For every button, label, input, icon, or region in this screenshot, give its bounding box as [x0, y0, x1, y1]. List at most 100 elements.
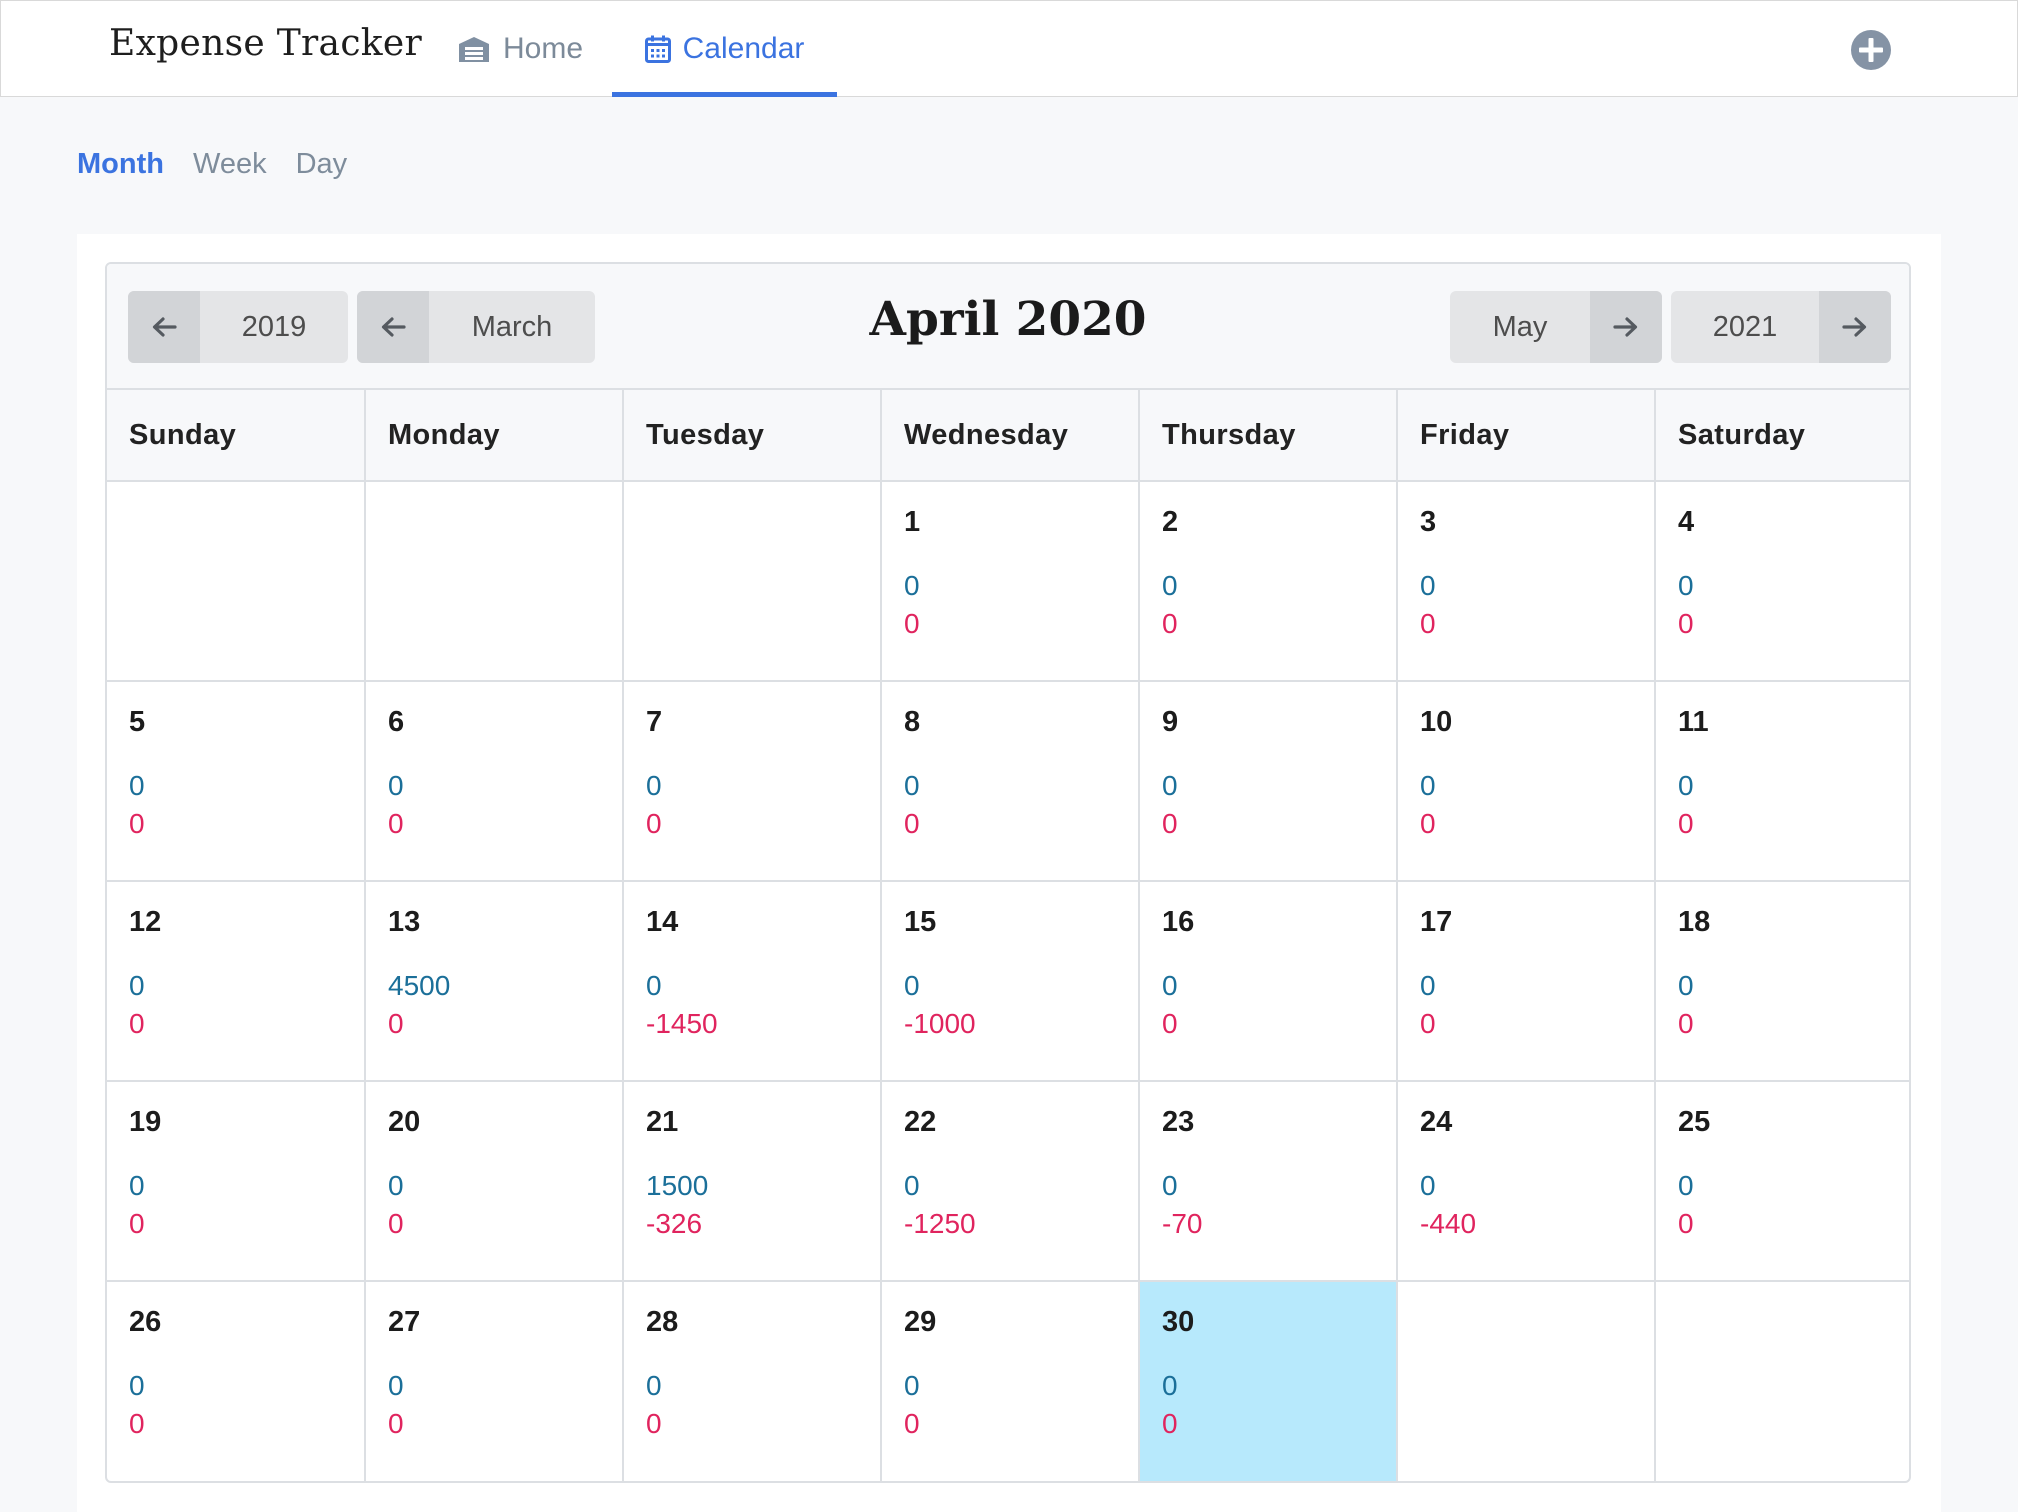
day-cell[interactable]: 28 0 0 — [624, 1282, 882, 1481]
day-cell[interactable]: 22 0 -1250 — [882, 1082, 1140, 1282]
day-number: 1 — [904, 506, 921, 538]
day-expense: 0 — [904, 1408, 920, 1439]
day-expense: 0 — [1162, 1008, 1178, 1039]
weekday-header: Wednesday — [882, 390, 1140, 480]
day-cell[interactable]: 7 0 0 — [624, 682, 882, 882]
day-cell[interactable]: 23 0 -70 — [1140, 1082, 1398, 1282]
day-cell[interactable]: 17 0 0 — [1398, 882, 1656, 1082]
day-cell[interactable]: 1 0 0 — [882, 482, 1140, 682]
day-cell[interactable]: 14 0 -1450 — [624, 882, 882, 1082]
day-income: 0 — [1162, 1170, 1178, 1201]
day-income: 0 — [1678, 770, 1694, 801]
day-income: 0 — [129, 770, 145, 801]
day-cell[interactable]: 11 0 0 — [1656, 682, 1909, 882]
day-cell[interactable]: 9 0 0 — [1140, 682, 1398, 882]
day-cell[interactable]: 26 0 0 — [107, 1282, 366, 1481]
day-cell[interactable]: 2 0 0 — [1140, 482, 1398, 682]
day-number: 26 — [129, 1306, 162, 1338]
weekday-header: Saturday — [1678, 418, 1806, 451]
day-number: 10 — [1420, 706, 1453, 738]
empty-day-cell — [624, 482, 882, 682]
day-cell[interactable]: 19 0 0 — [107, 1082, 366, 1282]
day-number: 23 — [1162, 1106, 1195, 1138]
day-income: 0 — [1162, 570, 1178, 601]
day-income: 0 — [1162, 1370, 1178, 1401]
day-expense: 0 — [1162, 608, 1178, 639]
day-income: 0 — [388, 770, 404, 801]
day-expense: 0 — [904, 608, 920, 639]
day-cell[interactable]: 27 0 0 — [366, 1282, 624, 1481]
day-expense: 0 — [388, 1408, 404, 1439]
next-month-group: May — [1450, 291, 1662, 363]
day-number: 18 — [1678, 906, 1711, 938]
day-cell[interactable]: 3 0 0 — [1398, 482, 1656, 682]
day-cell[interactable]: 15 0 -1000 — [882, 882, 1140, 1082]
day-number: 9 — [1162, 706, 1179, 738]
day-income: 0 — [904, 970, 920, 1001]
next-month-label[interactable]: May — [1450, 291, 1590, 363]
arrow-right-icon — [1842, 317, 1867, 337]
view-month-tab[interactable]: Month — [77, 148, 164, 181]
day-income: 0 — [1162, 770, 1178, 801]
empty-day-cell — [107, 482, 366, 682]
view-week-tab[interactable]: Week — [193, 148, 267, 181]
view-day-tab[interactable]: Day — [296, 148, 348, 181]
day-number: 3 — [1420, 506, 1437, 538]
day-expense: 0 — [1420, 808, 1436, 839]
day-income: 4500 — [388, 970, 451, 1001]
day-cell[interactable]: 13 4500 0 — [366, 882, 624, 1082]
day-cell[interactable]: 12 0 0 — [107, 882, 366, 1082]
next-year-button[interactable] — [1819, 291, 1891, 363]
day-cell[interactable]: 5 0 0 — [107, 682, 366, 882]
day-number: 2 — [1162, 506, 1179, 538]
day-cell[interactable]: 18 0 0 — [1656, 882, 1909, 1082]
day-cell[interactable]: 24 0 -440 — [1398, 1082, 1656, 1282]
day-cell[interactable]: 25 0 0 — [1656, 1082, 1909, 1282]
nav-calendar-link[interactable]: Calendar — [612, 1, 837, 97]
nav-calendar-label: Calendar — [682, 31, 805, 65]
day-expense: -70 — [1162, 1208, 1203, 1239]
next-year-label[interactable]: 2021 — [1671, 291, 1819, 363]
day-cell[interactable]: 29 0 0 — [882, 1282, 1140, 1481]
day-cell[interactable]: 30 0 0 — [1140, 1282, 1398, 1481]
app-brand[interactable]: Expense Tracker — [109, 23, 422, 64]
day-cell[interactable]: 6 0 0 — [366, 682, 624, 882]
warehouse-icon — [459, 36, 489, 62]
day-number: 14 — [646, 906, 679, 938]
day-number: 21 — [646, 1106, 679, 1138]
nav-home-link[interactable]: Home — [457, 1, 583, 96]
day-cell[interactable]: 20 0 0 — [366, 1082, 624, 1282]
day-expense: 0 — [1420, 1008, 1436, 1039]
day-cell[interactable]: 21 1500 -326 — [624, 1082, 882, 1282]
day-expense: 0 — [1420, 608, 1436, 639]
next-month-button[interactable] — [1590, 291, 1662, 363]
day-number: 16 — [1162, 906, 1195, 938]
day-expense: -1000 — [904, 1008, 976, 1039]
day-number: 5 — [129, 706, 146, 738]
day-number: 4 — [1678, 506, 1695, 538]
day-income: 0 — [904, 570, 920, 601]
day-number: 6 — [388, 706, 405, 738]
day-income: 0 — [904, 1370, 920, 1401]
day-income: 0 — [1420, 770, 1436, 801]
day-number: 17 — [1420, 906, 1453, 938]
day-cell[interactable]: 4 0 0 — [1656, 482, 1909, 682]
day-income: 1500 — [646, 1170, 709, 1201]
empty-day-cell — [366, 482, 624, 682]
day-expense: 0 — [646, 808, 662, 839]
day-cell[interactable]: 16 0 0 — [1140, 882, 1398, 1082]
add-entry-button[interactable] — [1850, 29, 1892, 71]
day-expense: -326 — [646, 1208, 703, 1239]
day-expense: 0 — [388, 1008, 404, 1039]
month-calendar: 2019 March April 2020 May 2021 Sunday Mo… — [105, 262, 1911, 1483]
day-cell[interactable]: 8 0 0 — [882, 682, 1140, 882]
weekday-header: Friday — [1398, 390, 1656, 480]
day-cell[interactable]: 10 0 0 — [1398, 682, 1656, 882]
day-income: 0 — [129, 1370, 145, 1401]
day-expense: 0 — [1162, 1408, 1178, 1439]
top-navbar: Expense Tracker Home Calendar — [0, 0, 2018, 97]
day-income: 0 — [1678, 1170, 1694, 1201]
day-income: 0 — [1162, 970, 1178, 1001]
day-number: 8 — [904, 706, 921, 738]
day-expense: 0 — [1678, 808, 1694, 839]
